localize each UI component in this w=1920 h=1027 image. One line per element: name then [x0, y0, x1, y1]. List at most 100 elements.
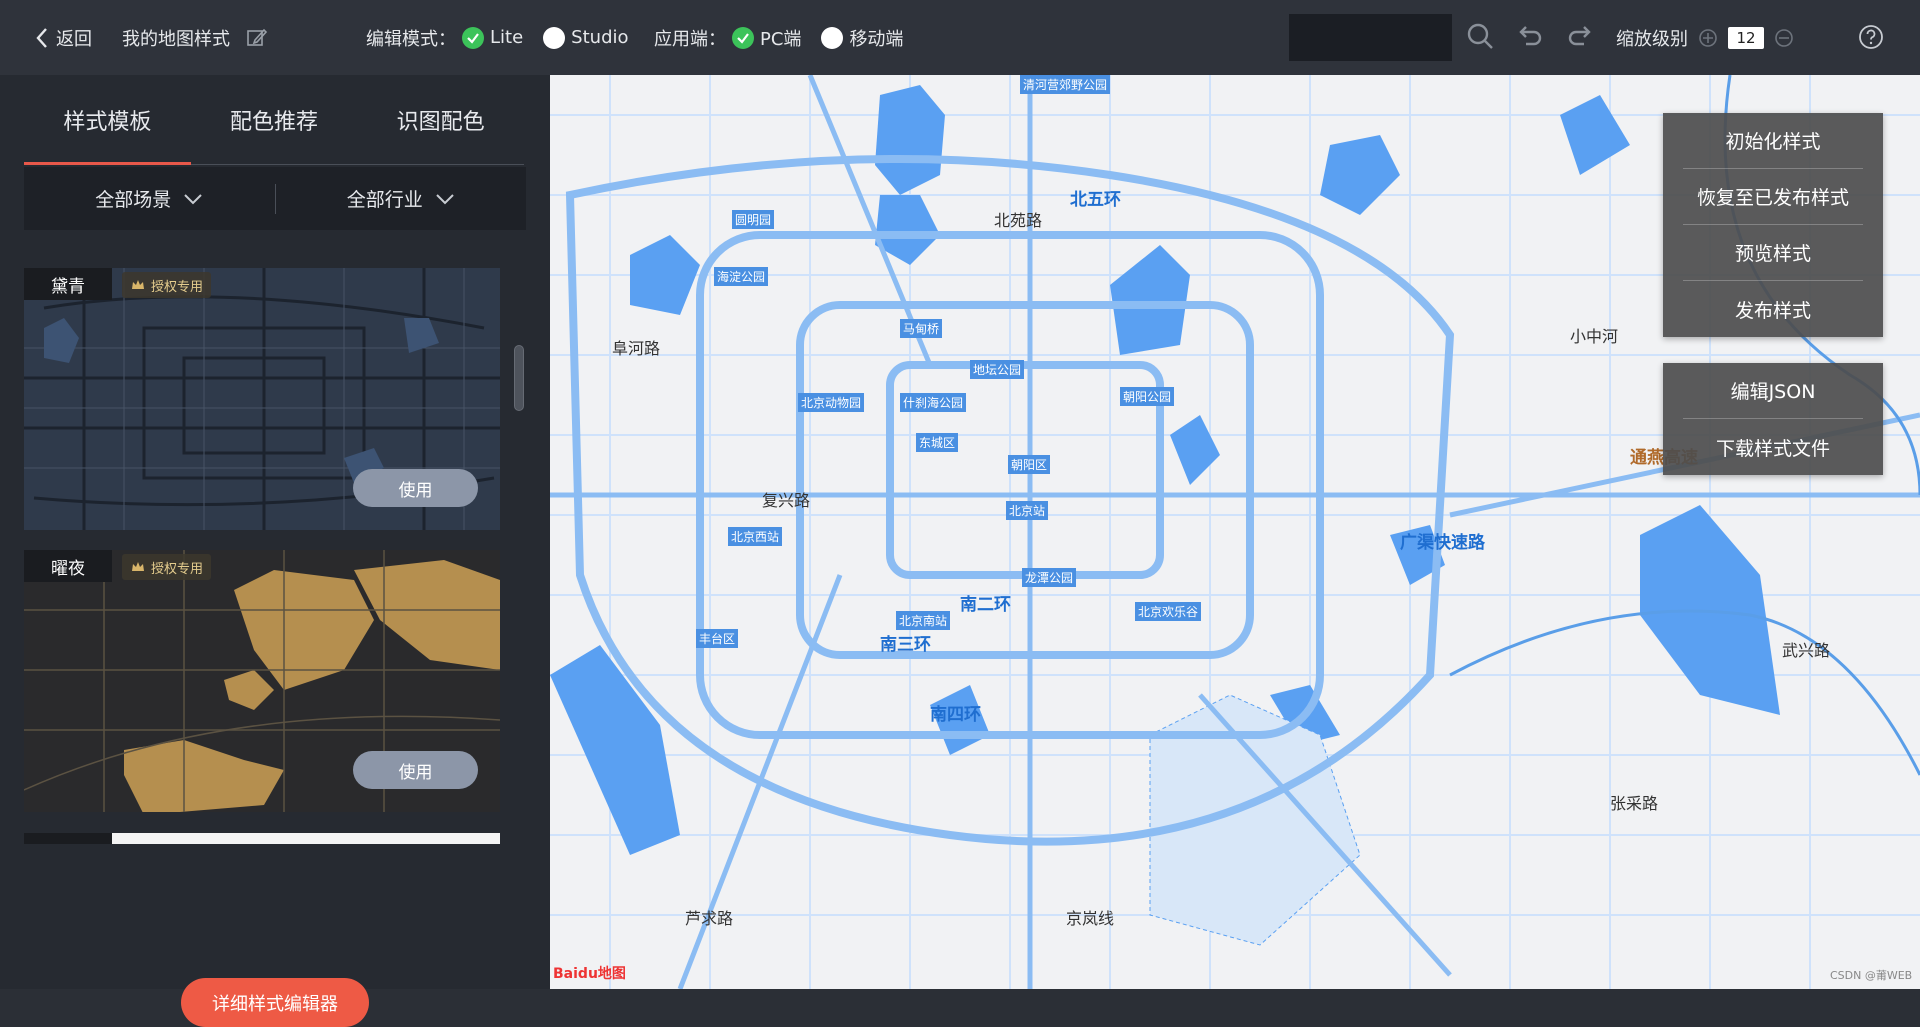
sidebar-tabs: 样式模板 配色推荐 识图配色: [24, 75, 524, 165]
back-label: 返回: [56, 28, 92, 50]
app-end-mobile-label: 移动端: [849, 28, 904, 50]
scene-filter-dropdown[interactable]: 全部场景: [24, 167, 275, 230]
road-label: 广渠快速路: [1400, 533, 1485, 553]
poi-label: 东城区: [916, 433, 959, 452]
chevron-down-icon: [184, 193, 202, 204]
undo-icon[interactable]: [1516, 22, 1544, 50]
chevron-down-icon: [436, 193, 454, 204]
top-toolbar: 返回 我的地图样式 编辑模式： Lite Studio 应用端： PC端 移动端: [0, 0, 1920, 75]
page-title: 我的地图样式: [122, 28, 230, 50]
back-button[interactable]: 返回: [34, 0, 92, 75]
radio-icon: [543, 26, 566, 49]
edit-mode-label: 编辑模式：: [366, 28, 456, 50]
license-badge-label: 授权专用: [151, 561, 204, 577]
license-badge: 授权专用: [122, 272, 212, 298]
style-action-menu: 初始化样式 恢复至已发布样式 预览样式 发布样式: [1663, 113, 1883, 337]
poi-label: 地坛公园: [970, 360, 1025, 379]
template-name-bar: [24, 833, 112, 844]
restore-style-item[interactable]: 恢复至已发布样式: [1683, 169, 1863, 225]
zoom-in-icon[interactable]: [1698, 28, 1718, 48]
zoom-out-icon[interactable]: [1774, 28, 1794, 48]
poi-label: 圆明园: [732, 210, 775, 229]
style-sidebar: 样式模板 配色推荐 识图配色 全部场景 全部行业 黛青 授权专用 使用 曜夜 授…: [0, 75, 550, 1027]
road-label: 南二环: [960, 595, 1011, 615]
zoom-level-value[interactable]: 12: [1728, 26, 1764, 49]
poi-label: 北京南站: [896, 611, 951, 630]
edit-mode-studio[interactable]: Studio: [543, 26, 629, 49]
edit-mode-group: 编辑模式： Lite Studio: [366, 0, 643, 75]
poi-label: 丰台区: [696, 629, 739, 648]
poi-label: 北京欢乐谷: [1135, 602, 1202, 621]
preview-style-item[interactable]: 预览样式: [1683, 225, 1863, 281]
road-name: 芦求路: [685, 909, 734, 928]
road-name: 小中河: [1570, 327, 1619, 346]
edit-mode-studio-label: Studio: [571, 27, 629, 48]
detail-style-editor-button[interactable]: 详细样式编辑器: [181, 978, 369, 1027]
poi-label: 朝阳公园: [1120, 387, 1175, 406]
zoom-control: 缩放级别 12: [1616, 0, 1794, 75]
poi-label: 北京动物园: [798, 393, 865, 412]
map-canvas[interactable]: 北五环 南二环 南三环 南四环 广渠快速路 通燕高速 阜河路 复兴路 北苑路 小…: [550, 75, 1920, 989]
road-name: 张采路: [1610, 794, 1659, 813]
road-name: 阜河路: [612, 339, 661, 358]
use-template-button[interactable]: 使用: [353, 469, 478, 507]
industry-filter-label: 全部行业: [346, 189, 423, 211]
json-action-menu: 编辑JSON 下载样式文件: [1663, 363, 1883, 475]
search-input[interactable]: [1289, 14, 1452, 61]
edit-mode-lite-label: Lite: [490, 27, 524, 48]
template-name: 曜夜: [24, 550, 112, 582]
road-label: 南三环: [880, 635, 931, 655]
poi-label: 北京站: [1006, 501, 1049, 520]
edit-mode-lite[interactable]: Lite: [462, 26, 524, 49]
map-style-title: 我的地图样式: [122, 0, 268, 75]
road-name: 北苑路: [994, 211, 1043, 230]
poi-label: 清河营郊野公园: [1020, 75, 1111, 94]
poi-label: 朝阳区: [1008, 455, 1051, 474]
road-label: 南四环: [930, 705, 981, 725]
redo-icon[interactable]: [1566, 22, 1594, 50]
filter-bar: 全部场景 全部行业: [24, 167, 526, 230]
app-end-pc-label: PC端: [760, 28, 802, 50]
app-end-label: 应用端：: [654, 28, 726, 50]
poi-label: 海淀公园: [714, 267, 769, 286]
road-name: 武兴路: [1782, 641, 1831, 660]
init-style-item[interactable]: 初始化样式: [1683, 113, 1863, 169]
tab-color-recommend[interactable]: 配色推荐: [191, 75, 358, 164]
road-name: 复兴路: [762, 491, 811, 510]
scene-filter-label: 全部场景: [95, 189, 172, 211]
baidu-map-logo: Baidu地图: [553, 966, 626, 982]
edit-json-item[interactable]: 编辑JSON: [1683, 363, 1863, 419]
license-badge-label: 授权专用: [151, 279, 204, 295]
poi-label: 什刹海公园: [900, 393, 967, 412]
app-end-group: 应用端： PC端 移动端: [654, 0, 917, 75]
road-label: 北五环: [1070, 190, 1121, 210]
poi-label: 北京西站: [728, 527, 783, 546]
chevron-left-icon: [36, 27, 47, 48]
toolbar-icons: [1466, 22, 1594, 50]
watermark-text: CSDN @莆WEB: [1830, 969, 1913, 982]
poi-label: 龙潭公园: [1022, 568, 1077, 587]
tab-image-color[interactable]: 识图配色: [357, 75, 524, 164]
license-badge: 授权专用: [122, 554, 212, 580]
use-template-button[interactable]: 使用: [353, 751, 478, 789]
poi-label: 马甸桥: [900, 319, 943, 338]
check-icon: [462, 26, 484, 49]
publish-style-item[interactable]: 发布样式: [1683, 281, 1863, 337]
template-card[interactable]: [24, 833, 500, 844]
zoom-label: 缩放级别: [1616, 28, 1688, 50]
template-name: 黛青: [24, 268, 112, 300]
template-card[interactable]: 曜夜 授权专用 使用: [24, 550, 500, 812]
template-card[interactable]: 黛青 授权专用 使用: [24, 268, 500, 530]
crown-icon: [132, 280, 144, 289]
sidebar-scrollbar[interactable]: [514, 345, 524, 411]
edit-title-icon[interactable]: [246, 27, 268, 49]
help-icon[interactable]: [1858, 24, 1884, 50]
tab-style-templates[interactable]: 样式模板: [24, 75, 191, 165]
radio-icon: [821, 26, 844, 49]
download-style-item[interactable]: 下载样式文件: [1683, 419, 1863, 475]
check-icon: [732, 26, 754, 49]
app-end-mobile[interactable]: 移动端: [821, 25, 903, 51]
industry-filter-dropdown[interactable]: 全部行业: [276, 167, 527, 230]
search-icon[interactable]: [1466, 22, 1494, 50]
app-end-pc[interactable]: PC端: [732, 25, 801, 51]
